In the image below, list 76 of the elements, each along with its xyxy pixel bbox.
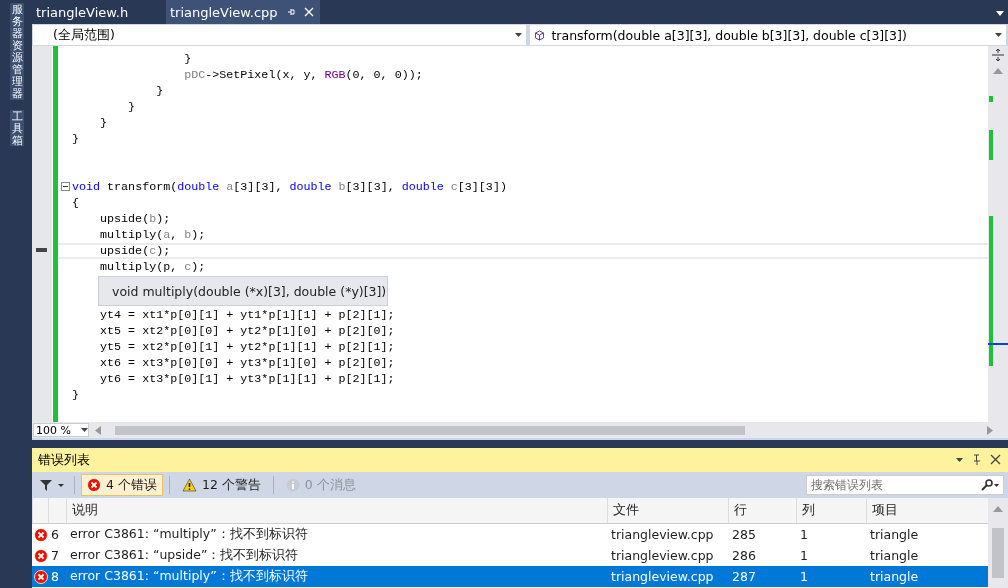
error-icon bbox=[34, 527, 48, 542]
table-cell-text: 1 bbox=[799, 569, 809, 584]
code-line: upside(b); bbox=[99, 212, 171, 226]
cube-icon bbox=[534, 29, 546, 41]
table-cell-text: triangleview.cpp bbox=[610, 569, 715, 584]
scrollbar-thumb[interactable] bbox=[115, 425, 745, 435]
error-icon bbox=[34, 569, 48, 584]
search-field[interactable]: 搜索错误列表 bbox=[806, 475, 1004, 495]
split-icon[interactable] bbox=[990, 48, 1006, 62]
table-cell-text: triangle bbox=[869, 569, 920, 584]
side-tab[interactable]: 工具箱 bbox=[10, 109, 24, 146]
table-cell-text: error C3861: “upside”：找不到标识符 bbox=[69, 547, 300, 564]
dropdown-icon[interactable] bbox=[996, 11, 1004, 16]
row-number: 8 bbox=[50, 569, 60, 584]
column-header[interactable]: 文件 bbox=[607, 498, 728, 523]
code-line: pDC->SetPixel(x, y, RGB(0, 0, 0)); bbox=[183, 68, 423, 82]
collapse-icon[interactable] bbox=[61, 182, 70, 191]
column-header[interactable]: 说明 bbox=[66, 498, 607, 523]
table-cell-text: 285 bbox=[731, 527, 757, 542]
code-line: } bbox=[72, 388, 79, 402]
row-number: 7 bbox=[50, 548, 60, 563]
panel-controls-icon[interactable] bbox=[956, 454, 1002, 466]
code-line: void transform(double a[3][3], double b[3][3], double c[3][3]) bbox=[72, 180, 507, 194]
code-line: upside(c); bbox=[99, 244, 171, 258]
file-tab[interactable]: triangleView.cpp bbox=[166, 0, 320, 24]
funnel-icon bbox=[40, 479, 52, 491]
code-line: yt6 = xt3*p[0][1] + yt3*p[1][1] + p[2][1]; bbox=[99, 372, 395, 386]
signature-tooltip: void multiply(double (*x)[3], double (*y)[3]) bbox=[98, 276, 388, 306]
vertical-scrollbar[interactable] bbox=[988, 46, 1008, 422]
code-line: multiply(a, b); bbox=[99, 228, 206, 242]
table-cell-text: 1 bbox=[799, 527, 809, 542]
code-line: yt5 = xt2*p[0][1] + yt2*p[1][1] + p[2][1]; bbox=[99, 340, 395, 354]
table-cell-text: triangle bbox=[869, 548, 920, 563]
code-line: } bbox=[72, 132, 79, 146]
error-row[interactable]: 7 error C3861: “upside”：找不到标识符 triangleview.cpp 286 1 triangle bbox=[32, 545, 988, 566]
pin-icon[interactable] bbox=[285, 7, 296, 17]
code-line: xt5 = xt2*p[0][0] + yt2*p[1][0] + p[2][0]; bbox=[99, 324, 395, 338]
row-number: 6 bbox=[50, 527, 60, 542]
code-line: } bbox=[155, 84, 164, 98]
code-line: } bbox=[99, 116, 108, 130]
code-line: yt4 = xt1*p[0][1] + yt1*p[1][1] + p[2][1]; bbox=[99, 308, 395, 322]
error-icon bbox=[87, 478, 101, 492]
code-line: } bbox=[183, 52, 192, 66]
error-icon bbox=[34, 548, 48, 563]
caret-icon bbox=[58, 483, 64, 487]
code-line: { bbox=[72, 196, 79, 210]
error-row[interactable]: 6 error C3861: “multiply”：找不到标识符 triangleview.cpp 285 1 triangle bbox=[32, 524, 988, 545]
table-cell-text: error C3861: “multiply”：找不到标识符 bbox=[69, 568, 309, 585]
side-tab[interactable]: 服务器资源管理器 bbox=[10, 3, 24, 100]
code-line: xt6 = xt3*p[0][0] + yt3*p[1][0] + p[2][0]; bbox=[99, 356, 395, 370]
caret-icon[interactable] bbox=[515, 33, 523, 37]
table-cell-text: triangleview.cpp bbox=[610, 527, 715, 542]
code-line: } bbox=[127, 100, 136, 114]
table-cell-text: error C3861: “multiply”：找不到标识符 bbox=[69, 526, 309, 543]
warning-icon bbox=[181, 478, 197, 492]
column-header[interactable]: 列 bbox=[796, 498, 866, 523]
table-cell-text: 1 bbox=[799, 548, 809, 563]
search-icon bbox=[981, 479, 999, 491]
error-row[interactable]: 8 error C3861: “multiply”：找不到标识符 triangleview.cpp 287 1 triangle bbox=[32, 566, 988, 587]
filter-toggle[interactable]: 12 个警告 bbox=[175, 474, 267, 496]
caret-icon[interactable] bbox=[995, 33, 1002, 37]
member-dropdown[interactable]: transform(double a[3][3], double b[3][3], double c[3][3]) bbox=[530, 25, 1006, 45]
filter-toggle[interactable]: 4 个错误 bbox=[81, 474, 163, 496]
column-header[interactable]: 行 bbox=[728, 498, 796, 523]
caret-icon[interactable] bbox=[81, 428, 88, 432]
table-cell-text: 287 bbox=[731, 569, 757, 584]
scope-dropdown[interactable]: (全局范围) bbox=[33, 25, 527, 45]
panel-title: 错误列表 bbox=[38, 451, 90, 469]
zoom-dropdown[interactable]: 100 % bbox=[33, 423, 89, 437]
table-cell-text: triangleview.cpp bbox=[610, 548, 715, 563]
info-icon bbox=[285, 478, 300, 492]
table-cell-text: 286 bbox=[731, 548, 757, 563]
table-cell-text: triangle bbox=[869, 527, 920, 542]
close-icon[interactable] bbox=[303, 7, 314, 17]
vertical-scrollbar[interactable] bbox=[988, 498, 1008, 588]
code-line: multiply(p, c); bbox=[99, 260, 206, 274]
